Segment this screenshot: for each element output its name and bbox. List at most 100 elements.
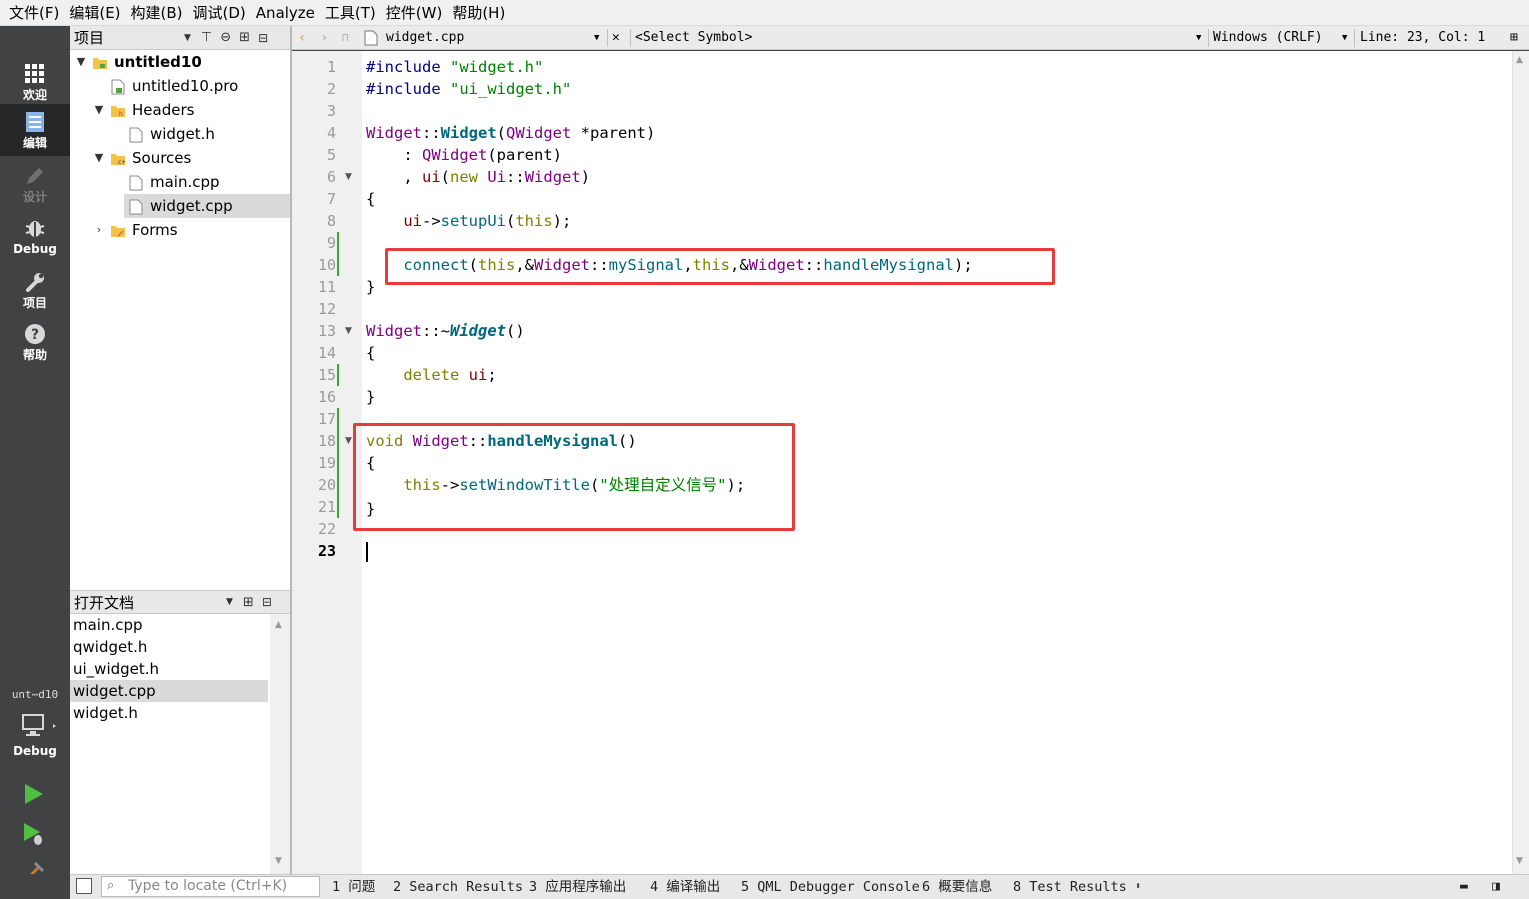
view-dropdown-icon[interactable]: ▼ <box>226 597 233 607</box>
locator-input[interactable]: Type to locate (Ctrl+K) <box>101 876 320 897</box>
menu-help[interactable]: 帮助(H) <box>447 0 510 26</box>
close-pane-icon[interactable]: ⊟ <box>262 595 272 609</box>
project-pane-title[interactable]: 项目 <box>70 27 178 48</box>
line-ending-dropdown-icon[interactable]: ▼ <box>1342 26 1347 50</box>
line-number-gutter: 1 2 3 4 5 6 7 8 9 10 11 12 13 14 15 16 1… <box>292 51 362 874</box>
chevron-down-icon[interactable]: ▼ <box>74 50 88 74</box>
tree-item-pro-file[interactable]: untitled10.pro <box>110 74 290 98</box>
split-icon[interactable]: ⊞ <box>243 595 254 610</box>
chevron-down-icon[interactable]: ▼ <box>92 146 106 170</box>
fold-arrow-icon[interactable]: ▼ <box>345 320 352 342</box>
document-edit-icon <box>26 110 44 134</box>
tree-item-main-cpp[interactable]: main.cpp <box>128 170 290 194</box>
chevron-right-icon[interactable]: › <box>92 218 106 242</box>
kit-selector[interactable] <box>20 712 56 740</box>
code-line-13: Widget::~Widget() <box>366 320 525 342</box>
tree-item-widget-cpp[interactable]: widget.cpp <box>124 194 290 218</box>
open-documents-list: main.cpp qwidget.h ui_widget.h widget.cp… <box>70 614 290 874</box>
run-button[interactable] <box>22 782 46 806</box>
tree-item-widget-h[interactable]: widget.h <box>128 122 290 146</box>
editor-toolbar: ‹ › ⊓ widget.cpp ▼ ✕ <Select Symbol> ▼ W… <box>292 26 1529 50</box>
mode-edit[interactable]: 编辑 <box>0 104 70 156</box>
output-tab-application-output[interactable]: 3 应用程序输出 <box>529 875 626 899</box>
menu-controls[interactable]: 控件(W) <box>381 0 448 26</box>
more-tabs-icon[interactable]: ⬍ <box>1135 875 1141 899</box>
filter-icon[interactable]: ⊤ <box>201 30 212 45</box>
close-file-icon[interactable]: ✕ <box>612 26 620 50</box>
output-tab-search-results[interactable]: 2 Search Results <box>393 875 523 899</box>
progress-details-icon[interactable]: ▬ <box>1460 875 1468 899</box>
close-pane-icon[interactable]: ⊟ <box>258 31 268 45</box>
line-number: 1 <box>326 58 336 76</box>
line-number: 10 <box>317 256 336 274</box>
menu-build[interactable]: 构建(B) <box>126 0 188 26</box>
menu-edit[interactable]: 编辑(E) <box>64 0 125 26</box>
mode-design[interactable]: 设计 <box>0 158 70 210</box>
tree-item-project[interactable]: ▼ untitled10 <box>74 50 290 74</box>
debug-run-button[interactable] <box>22 822 46 846</box>
symbol-dropdown-icon[interactable]: ▼ <box>1196 26 1201 50</box>
line-number: 21 <box>317 498 336 516</box>
mode-debug[interactable]: Debug <box>0 210 70 262</box>
change-marker <box>337 430 339 452</box>
chevron-down-icon[interactable]: ▼ <box>92 98 106 122</box>
symbol-selector[interactable]: <Select Symbol> <box>635 26 752 50</box>
editor-scrollbar[interactable]: ▲ ▼ <box>1512 51 1529 874</box>
output-tab-compile-output[interactable]: 4 编译输出 <box>650 875 720 899</box>
toggle-sidebar-icon[interactable] <box>76 878 92 894</box>
scroll-up-icon[interactable]: ▲ <box>275 620 282 630</box>
output-tab-issues[interactable]: 1 问题 <box>332 875 375 899</box>
view-dropdown-icon[interactable]: ▼ <box>184 33 191 43</box>
open-document-item[interactable]: main.cpp <box>70 614 268 636</box>
headers-folder-icon: h <box>110 102 126 118</box>
menu-tools[interactable]: 工具(T) <box>320 0 381 26</box>
line-ending-selector[interactable]: Windows (CRLF) <box>1213 26 1323 50</box>
fold-arrow-icon[interactable]: ▼ <box>345 430 352 452</box>
line-number: 22 <box>317 520 336 538</box>
menu-analyze[interactable]: Analyze <box>251 0 320 26</box>
toggle-right-sidebar-icon[interactable]: ◨ <box>1492 875 1500 899</box>
menu-debug[interactable]: 调试(D) <box>188 0 251 26</box>
output-tab-general-messages[interactable]: 6 概要信息 <box>922 875 992 899</box>
menu-file[interactable]: 文件(F) <box>4 0 64 26</box>
output-tab-test-results[interactable]: 8 Test Results <box>1013 875 1127 899</box>
cursor-position[interactable]: Line: 23, Col: 1 <box>1360 26 1485 50</box>
mode-projects[interactable]: 项目 <box>0 264 70 316</box>
output-tab-qml-debugger[interactable]: 5 QML Debugger Console <box>741 875 920 899</box>
file-dropdown-icon[interactable]: ▼ <box>594 26 599 50</box>
tree-item-sources[interactable]: ▼ c+ Sources <box>92 146 290 170</box>
open-document-item[interactable]: widget.h <box>70 702 268 724</box>
open-documents-scrollbar[interactable]: ▲ ▼ <box>270 614 290 874</box>
mode-welcome[interactable]: 欢迎 <box>0 56 70 108</box>
current-file-name[interactable]: widget.cpp <box>386 26 464 50</box>
code-line-7: { <box>366 190 376 208</box>
tree-item-forms[interactable]: › Forms <box>92 218 290 242</box>
open-document-item[interactable]: widget.cpp <box>70 680 268 702</box>
code-line-4: Widget::Widget(QWidget *parent) <box>366 122 655 144</box>
code-line-15: delete ui; <box>366 364 496 386</box>
code-editor[interactable]: #include "widget.h" #include "ui_widget.… <box>353 51 1512 874</box>
fold-arrow-icon[interactable]: ▼ <box>345 166 352 188</box>
open-document-item[interactable]: qwidget.h <box>70 636 268 658</box>
kit-project-name: unt⋯d10 <box>11 688 59 701</box>
split-icon[interactable]: ⊞ <box>239 30 250 45</box>
link-icon[interactable]: ⊖ <box>220 30 231 45</box>
wrench-icon <box>25 270 45 294</box>
back-icon[interactable]: ‹ <box>298 26 306 50</box>
menu-bar: 文件(F) 编辑(E) 构建(B) 调试(D) Analyze 工具(T) 控件… <box>0 0 1529 26</box>
open-document-item[interactable]: ui_widget.h <box>70 658 268 680</box>
file-icon <box>364 30 378 46</box>
project-folder-icon <box>92 54 108 70</box>
forward-icon[interactable]: › <box>320 26 328 50</box>
split-editor-icon[interactable]: ⊞ <box>1510 26 1518 50</box>
scroll-up-icon[interactable]: ▲ <box>1516 55 1523 65</box>
line-number: 12 <box>317 300 336 318</box>
scroll-down-icon[interactable]: ▼ <box>1516 856 1523 866</box>
function-name: Widget <box>440 124 497 142</box>
mode-help[interactable]: ? 帮助 <box>0 316 70 368</box>
scroll-down-icon[interactable]: ▼ <box>275 856 282 866</box>
tree-item-headers[interactable]: ▼ h Headers <box>92 98 290 122</box>
open-documents-title[interactable]: 打开文档 <box>70 592 226 613</box>
